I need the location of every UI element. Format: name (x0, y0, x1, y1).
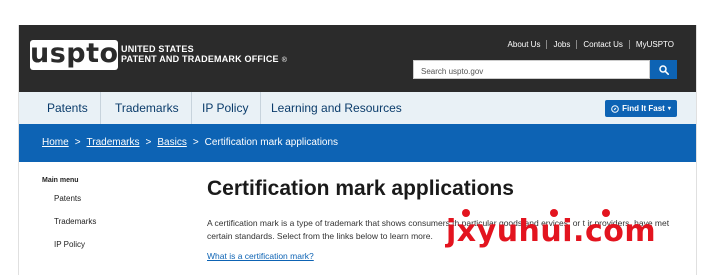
chevron-down-icon: ▾ (667, 106, 671, 112)
intro-part-1: A certification mark is a type of tradem… (207, 218, 460, 228)
breadcrumb-basics[interactable]: Basics (157, 137, 186, 148)
side-menu-item-ip-policy[interactable]: IP Policy (54, 240, 85, 249)
compass-icon (611, 104, 619, 113)
breadcrumb-separator: > (145, 137, 152, 148)
watermark: jxyuhui.com (446, 214, 657, 249)
nav-item-ip-policy[interactable]: IP Policy (190, 92, 262, 124)
side-menu-item-trademarks[interactable]: Trademarks (54, 217, 96, 226)
nav-item-patents[interactable]: Patents (35, 92, 101, 124)
agency-line-2: PATENT AND TRADEMARK OFFICE (121, 54, 279, 64)
breadcrumb-separator: > (192, 137, 199, 148)
breadcrumb-trademarks[interactable]: Trademarks (87, 137, 140, 148)
divider (628, 40, 630, 49)
breadcrumb-home[interactable]: Home (42, 137, 69, 148)
search-button[interactable] (650, 60, 677, 79)
breadcrumb: Home > Trademarks > Basics > Certification mar… (42, 124, 338, 162)
side-menu-item-patents[interactable]: Patents (54, 194, 81, 203)
breadcrumb-separator: > (74, 137, 81, 148)
side-menu-title: Main menu (42, 177, 79, 184)
utility-links: About Us Jobs Contact Us MyUSPTO (508, 40, 674, 49)
breadcrumb-bar: Home > Trademarks > Basics > Certification mar… (19, 124, 696, 162)
what-is-certification-mark-link[interactable]: What is a certification mark? (207, 251, 314, 261)
agency-name: UNITED STATES PATENT AND TRADEMARK OFFIC… (121, 44, 287, 66)
nav-item-trademarks[interactable]: Trademarks (103, 92, 192, 124)
registered-mark: ® (281, 57, 288, 64)
watermark-dot (602, 209, 610, 217)
uspto-logo[interactable]: uspto (30, 38, 119, 70)
search-icon (658, 64, 669, 75)
site-header: uspto UNITED STATES PATENT AND TRADEMARK… (19, 25, 696, 92)
main-nav: Patents Trademarks IP Policy Learning an… (19, 92, 696, 125)
watermark-dot (550, 209, 558, 217)
nav-item-learning-resources[interactable]: Learning and Resources (259, 92, 414, 124)
contact-us-link[interactable]: Contact Us (583, 40, 623, 49)
side-menu: Main menu Patents Trademarks IP Policy (42, 177, 96, 249)
jobs-link[interactable]: Jobs (553, 40, 570, 49)
logo-text: uspto (30, 38, 119, 69)
search-box (413, 60, 650, 80)
page-title: Certification mark applications (207, 177, 514, 200)
find-it-fast-label: Find It Fast (622, 104, 665, 113)
divider (576, 40, 578, 49)
about-us-link[interactable]: About Us (508, 40, 541, 49)
search-input[interactable] (414, 63, 649, 80)
agency-line-1: UNITED STATES (121, 44, 194, 54)
watermark-dot (462, 209, 470, 217)
divider (546, 40, 548, 49)
find-it-fast-button[interactable]: Find It Fast ▾ (605, 100, 677, 117)
myuspto-link[interactable]: MyUSPTO (636, 40, 674, 49)
breadcrumb-current: Certification mark applications (204, 137, 339, 148)
